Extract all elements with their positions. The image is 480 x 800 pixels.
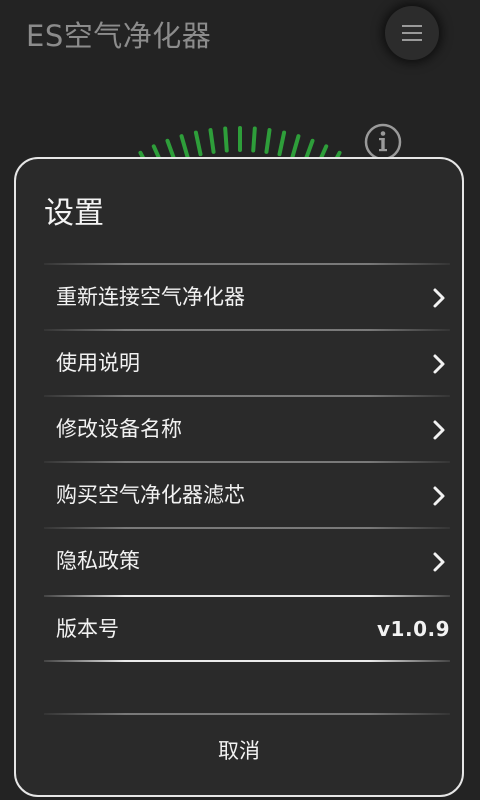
menu-item-user-guide[interactable]: 使用说明 bbox=[44, 331, 450, 395]
settings-dialog: 设置 重新连接空气净化器 使用说明 修改设备名称 购买空气净化器滤芯 隐私政策 bbox=[14, 157, 464, 797]
version-value: v1.0.9 bbox=[377, 617, 450, 641]
gauge-tick bbox=[290, 134, 301, 160]
gauge-tick bbox=[264, 128, 272, 154]
gauge-tick bbox=[208, 128, 216, 154]
gauge-tick bbox=[277, 130, 287, 157]
menu-item-label: 使用说明 bbox=[56, 351, 140, 375]
gauge-tick bbox=[251, 126, 257, 153]
menu-item-label: 隐私政策 bbox=[56, 549, 140, 573]
menu-item-rename-device[interactable]: 修改设备名称 bbox=[44, 397, 450, 461]
menu-item-label: 修改设备名称 bbox=[56, 417, 182, 441]
menu-item-privacy-policy[interactable]: 隐私政策 bbox=[44, 529, 450, 593]
version-label: 版本号 bbox=[56, 617, 119, 641]
cancel-label: 取消 bbox=[218, 739, 260, 763]
menu-item-reconnect-purifier[interactable]: 重新连接空气净化器 bbox=[44, 265, 450, 329]
gauge-tick bbox=[193, 130, 203, 157]
cancel-button[interactable]: 取消 bbox=[16, 711, 462, 795]
chevron-right-icon bbox=[433, 288, 445, 308]
dialog-title: 设置 bbox=[44, 196, 104, 231]
chevron-right-icon bbox=[433, 486, 445, 506]
chevron-right-icon bbox=[433, 552, 445, 572]
info-icon bbox=[364, 123, 402, 161]
hamburger-menu-icon bbox=[402, 25, 422, 41]
menu-button[interactable] bbox=[385, 6, 439, 60]
gauge-tick bbox=[223, 126, 229, 153]
menu-item-label: 重新连接空气净化器 bbox=[56, 285, 245, 309]
version-row: 版本号 v1.0.9 bbox=[44, 597, 450, 661]
info-button[interactable] bbox=[363, 122, 403, 162]
gauge-tick bbox=[179, 134, 190, 160]
divider bbox=[44, 660, 450, 662]
menu-item-label: 购买空气净化器滤芯 bbox=[56, 483, 245, 507]
chevron-right-icon bbox=[433, 354, 445, 374]
menu-item-buy-filter[interactable]: 购买空气净化器滤芯 bbox=[44, 463, 450, 527]
app-title: ES空气净化器 bbox=[26, 19, 212, 53]
chevron-right-icon bbox=[433, 420, 445, 440]
